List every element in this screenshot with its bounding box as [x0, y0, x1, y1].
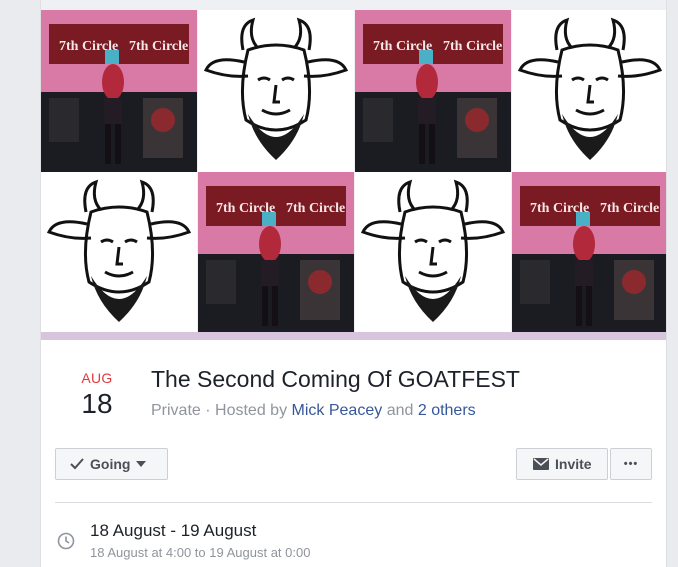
goat-drawing — [355, 172, 511, 334]
svg-text:7th Circle: 7th Circle — [600, 201, 659, 216]
goat-drawing — [198, 10, 354, 172]
band-photo-tile: 7th Circle 7th Circle — [355, 10, 511, 172]
section-divider — [55, 502, 652, 503]
more-options-button[interactable]: ••• — [610, 448, 652, 480]
band-photo: 7th Circle 7th Circle — [512, 172, 666, 334]
event-title: The Second Coming Of GOATFEST — [151, 366, 520, 392]
host-link[interactable]: Mick Peacey — [292, 402, 383, 419]
cover-bottom-strip — [41, 332, 666, 340]
check-icon — [70, 458, 84, 470]
band-photo-tile: 7th Circle 7th Circle — [198, 172, 354, 334]
event-privacy: Private — [151, 402, 201, 419]
more-dots-icon: ••• — [623, 458, 639, 470]
goat-drawing-tile — [198, 10, 354, 172]
goat-drawing — [41, 172, 197, 334]
caret-down-icon — [136, 461, 147, 467]
event-card: 7th Circle 7th Circle 7th Circle 7th Cir… — [40, 0, 667, 567]
other-hosts-link[interactable]: 2 others — [418, 402, 476, 419]
invite-button[interactable]: Invite — [516, 448, 608, 480]
svg-text:7th Circle: 7th Circle — [129, 39, 188, 54]
invite-label: Invite — [555, 456, 592, 472]
goat-drawing-tile — [355, 172, 511, 334]
goat-drawing-tile — [41, 172, 197, 334]
band-photo: 7th Circle 7th Circle — [198, 172, 354, 334]
event-cover-photo[interactable]: 7th Circle 7th Circle 7th Circle 7th Cir… — [41, 0, 666, 340]
event-subtitle: Private · Hosted by Mick Peacey and 2 ot… — [151, 402, 476, 420]
event-date-range[interactable]: 18 August - 19 August — [90, 521, 256, 541]
goat-drawing-tile — [512, 10, 666, 172]
separator-dot: · — [205, 402, 211, 419]
svg-text:7th Circle: 7th Circle — [286, 201, 345, 216]
event-month: AUG — [81, 370, 113, 386]
svg-text:7th Circle: 7th Circle — [443, 39, 502, 54]
going-button[interactable]: Going — [55, 448, 168, 480]
hosted-by-label: Hosted by — [215, 402, 288, 419]
envelope-icon — [533, 458, 549, 470]
event-day: 18 — [81, 388, 113, 419]
band-photo: 7th Circle 7th Circle — [41, 10, 197, 172]
band-photo: 7th Circle 7th Circle — [355, 10, 511, 172]
goat-drawing — [512, 10, 666, 172]
band-photo-tile: 7th Circle 7th Circle — [41, 10, 197, 172]
clock-icon — [57, 532, 75, 550]
going-label: Going — [90, 456, 131, 472]
event-date-badge: AUG 18 — [71, 369, 123, 421]
event-time-detail: 18 August at 4:00 to 19 August at 0:00 — [90, 545, 311, 560]
and-text: and — [386, 402, 414, 419]
band-photo-tile: 7th Circle 7th Circle — [512, 172, 666, 334]
